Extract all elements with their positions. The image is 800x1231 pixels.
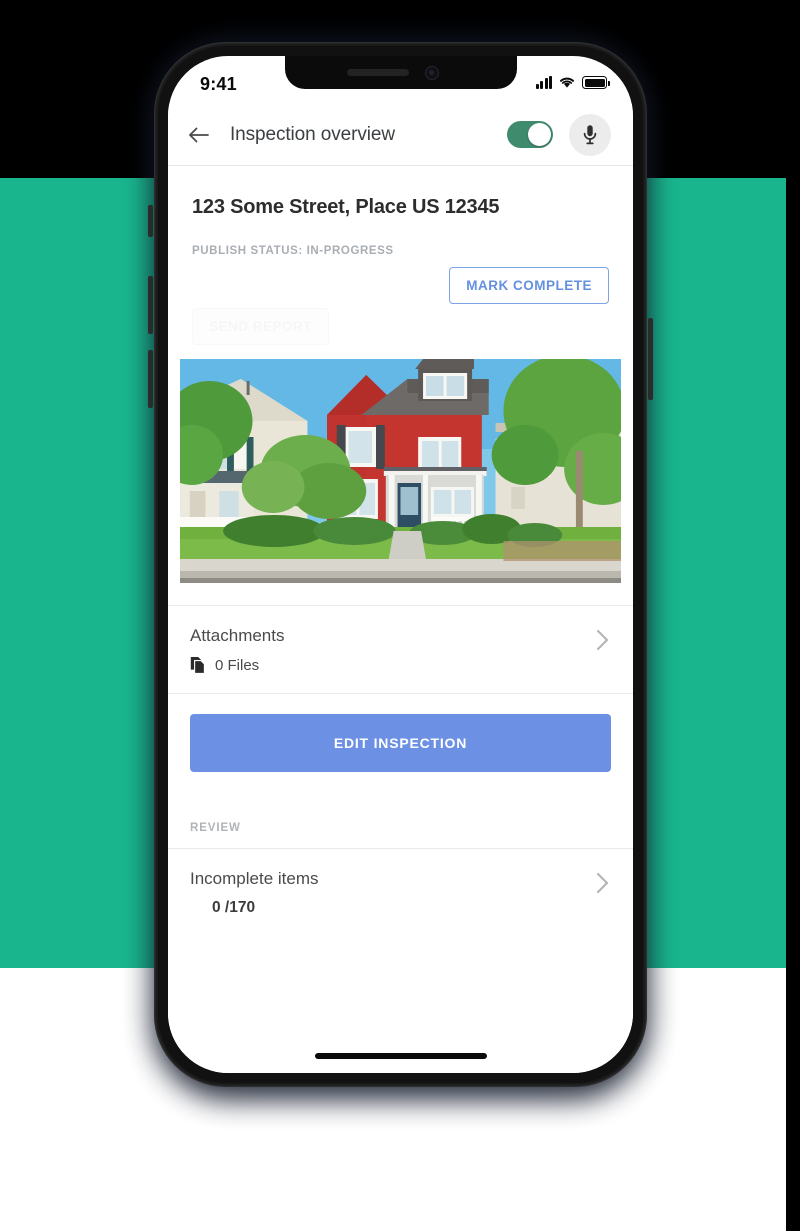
send-report-row: SEND REPORT <box>168 304 633 345</box>
attachments-row[interactable]: Attachments 0 Files <box>168 606 633 693</box>
property-photo-image <box>180 359 621 583</box>
publish-status-label: PUBLISH STATUS: IN-PROGRESS <box>192 245 394 257</box>
address-block: 123 Some Street, Place US 12345 PUBLISH … <box>168 166 633 257</box>
microphone-icon <box>583 124 597 144</box>
back-button[interactable] <box>182 118 216 152</box>
front-camera-icon <box>424 66 439 80</box>
notch <box>284 56 517 89</box>
status-icons <box>535 75 610 89</box>
edit-inspection-wrap: EDIT INSPECTION <box>168 694 633 796</box>
status-time: 9:41 <box>200 74 237 94</box>
property-photo[interactable] <box>180 359 621 583</box>
files-icon <box>190 657 205 674</box>
voice-mode-toggle[interactable] <box>507 121 553 148</box>
battery-full-icon <box>582 76 610 89</box>
home-indicator[interactable] <box>314 1053 487 1059</box>
inspection-address: 123 Some Street, Place US 12345 <box>192 196 500 218</box>
earpiece-speaker <box>346 69 409 76</box>
incomplete-items-count: 0 /170 <box>212 899 256 916</box>
app-bar: Inspection overview <box>168 104 633 166</box>
inspection-content: 123 Some Street, Place US 12345 PUBLISH … <box>168 166 633 1073</box>
phone-screen: 9:41 Inspection overview 123 Some Street… <box>168 56 633 1073</box>
mark-complete-button[interactable]: MARK COMPLETE <box>449 267 609 304</box>
toggle-knob <box>528 123 551 146</box>
attachments-files: 0 Files <box>190 656 611 675</box>
mark-complete-row: MARK COMPLETE <box>168 257 633 304</box>
send-report-button: SEND REPORT <box>192 308 330 345</box>
chevron-right-icon <box>596 872 609 894</box>
chevron-right-icon <box>596 629 609 651</box>
signal-bars-icon <box>535 76 552 89</box>
page-background-right-edge <box>786 0 800 1231</box>
mute-switch-button[interactable] <box>148 205 153 237</box>
attachments-title: Attachments <box>190 626 285 645</box>
review-section-label: REVIEW <box>168 796 633 848</box>
wifi-icon <box>559 77 575 88</box>
volume-up-button[interactable] <box>148 276 153 334</box>
photo-gap <box>168 583 633 605</box>
page-title: Inspection overview <box>230 123 395 145</box>
back-arrow-icon <box>189 127 209 142</box>
incomplete-items-title: Incomplete items <box>190 869 319 888</box>
incomplete-items-row[interactable]: Incomplete items 0 /170 <box>168 849 633 935</box>
edit-inspection-button[interactable]: EDIT INSPECTION <box>190 714 611 772</box>
microphone-button[interactable] <box>569 113 611 156</box>
power-button[interactable] <box>648 318 653 400</box>
attachments-count: 0 Files <box>215 657 260 674</box>
volume-down-button[interactable] <box>148 350 153 408</box>
